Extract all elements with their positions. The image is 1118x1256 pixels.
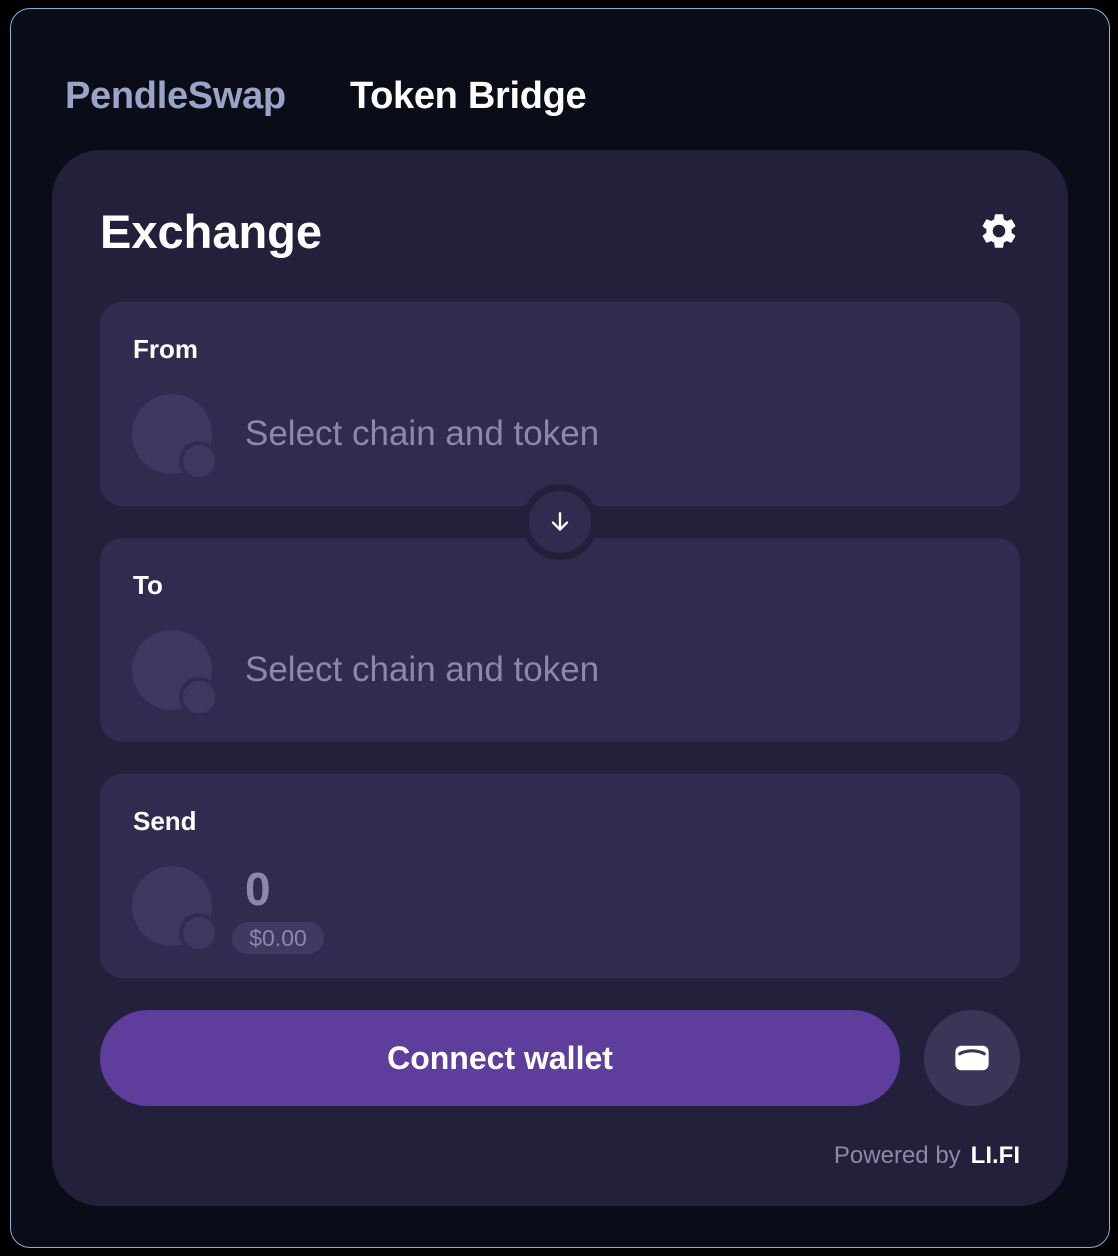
send-panel: Send 0 $0.00 <box>100 774 1020 978</box>
tab-token-bridge[interactable]: Token Bridge <box>350 75 587 118</box>
exchange-card: Exchange From Select chain and token To … <box>52 150 1068 1206</box>
powered-by-text: Powered by <box>833 1142 961 1169</box>
lifi-brand-link[interactable]: LI.FI <box>971 1142 1020 1170</box>
connect-wallet-button[interactable]: Connect wallet <box>100 1010 900 1106</box>
to-panel[interactable]: To Select chain and token <box>100 538 1020 742</box>
send-token-avatar <box>132 866 219 953</box>
powered-by: Powered by LI.FI <box>834 1142 1020 1170</box>
send-amount-input[interactable]: 0 <box>245 862 271 916</box>
from-panel[interactable]: From Select chain and token <box>100 302 1020 506</box>
send-label: Send <box>133 806 197 836</box>
chain-placeholder-icon <box>179 913 219 953</box>
to-select-placeholder[interactable]: Select chain and token <box>245 650 599 690</box>
to-label: To <box>133 570 163 600</box>
wallet-button[interactable] <box>924 1010 1020 1106</box>
chain-placeholder-icon <box>179 441 219 481</box>
from-select-placeholder[interactable]: Select chain and token <box>245 414 599 454</box>
tab-pendleswap[interactable]: PendleSwap <box>65 75 286 118</box>
usd-value-badge: $0.00 <box>232 922 324 954</box>
chain-placeholder-icon <box>179 677 219 717</box>
arrow-down-icon <box>551 512 569 531</box>
settings-button[interactable] <box>976 208 1022 254</box>
card-title: Exchange <box>100 205 323 258</box>
from-token-avatar <box>132 394 219 481</box>
swap-direction-button[interactable] <box>522 484 598 560</box>
wallet-icon <box>955 1045 989 1071</box>
from-label: From <box>133 334 198 364</box>
to-token-avatar <box>132 630 219 717</box>
gear-icon <box>982 214 1016 248</box>
